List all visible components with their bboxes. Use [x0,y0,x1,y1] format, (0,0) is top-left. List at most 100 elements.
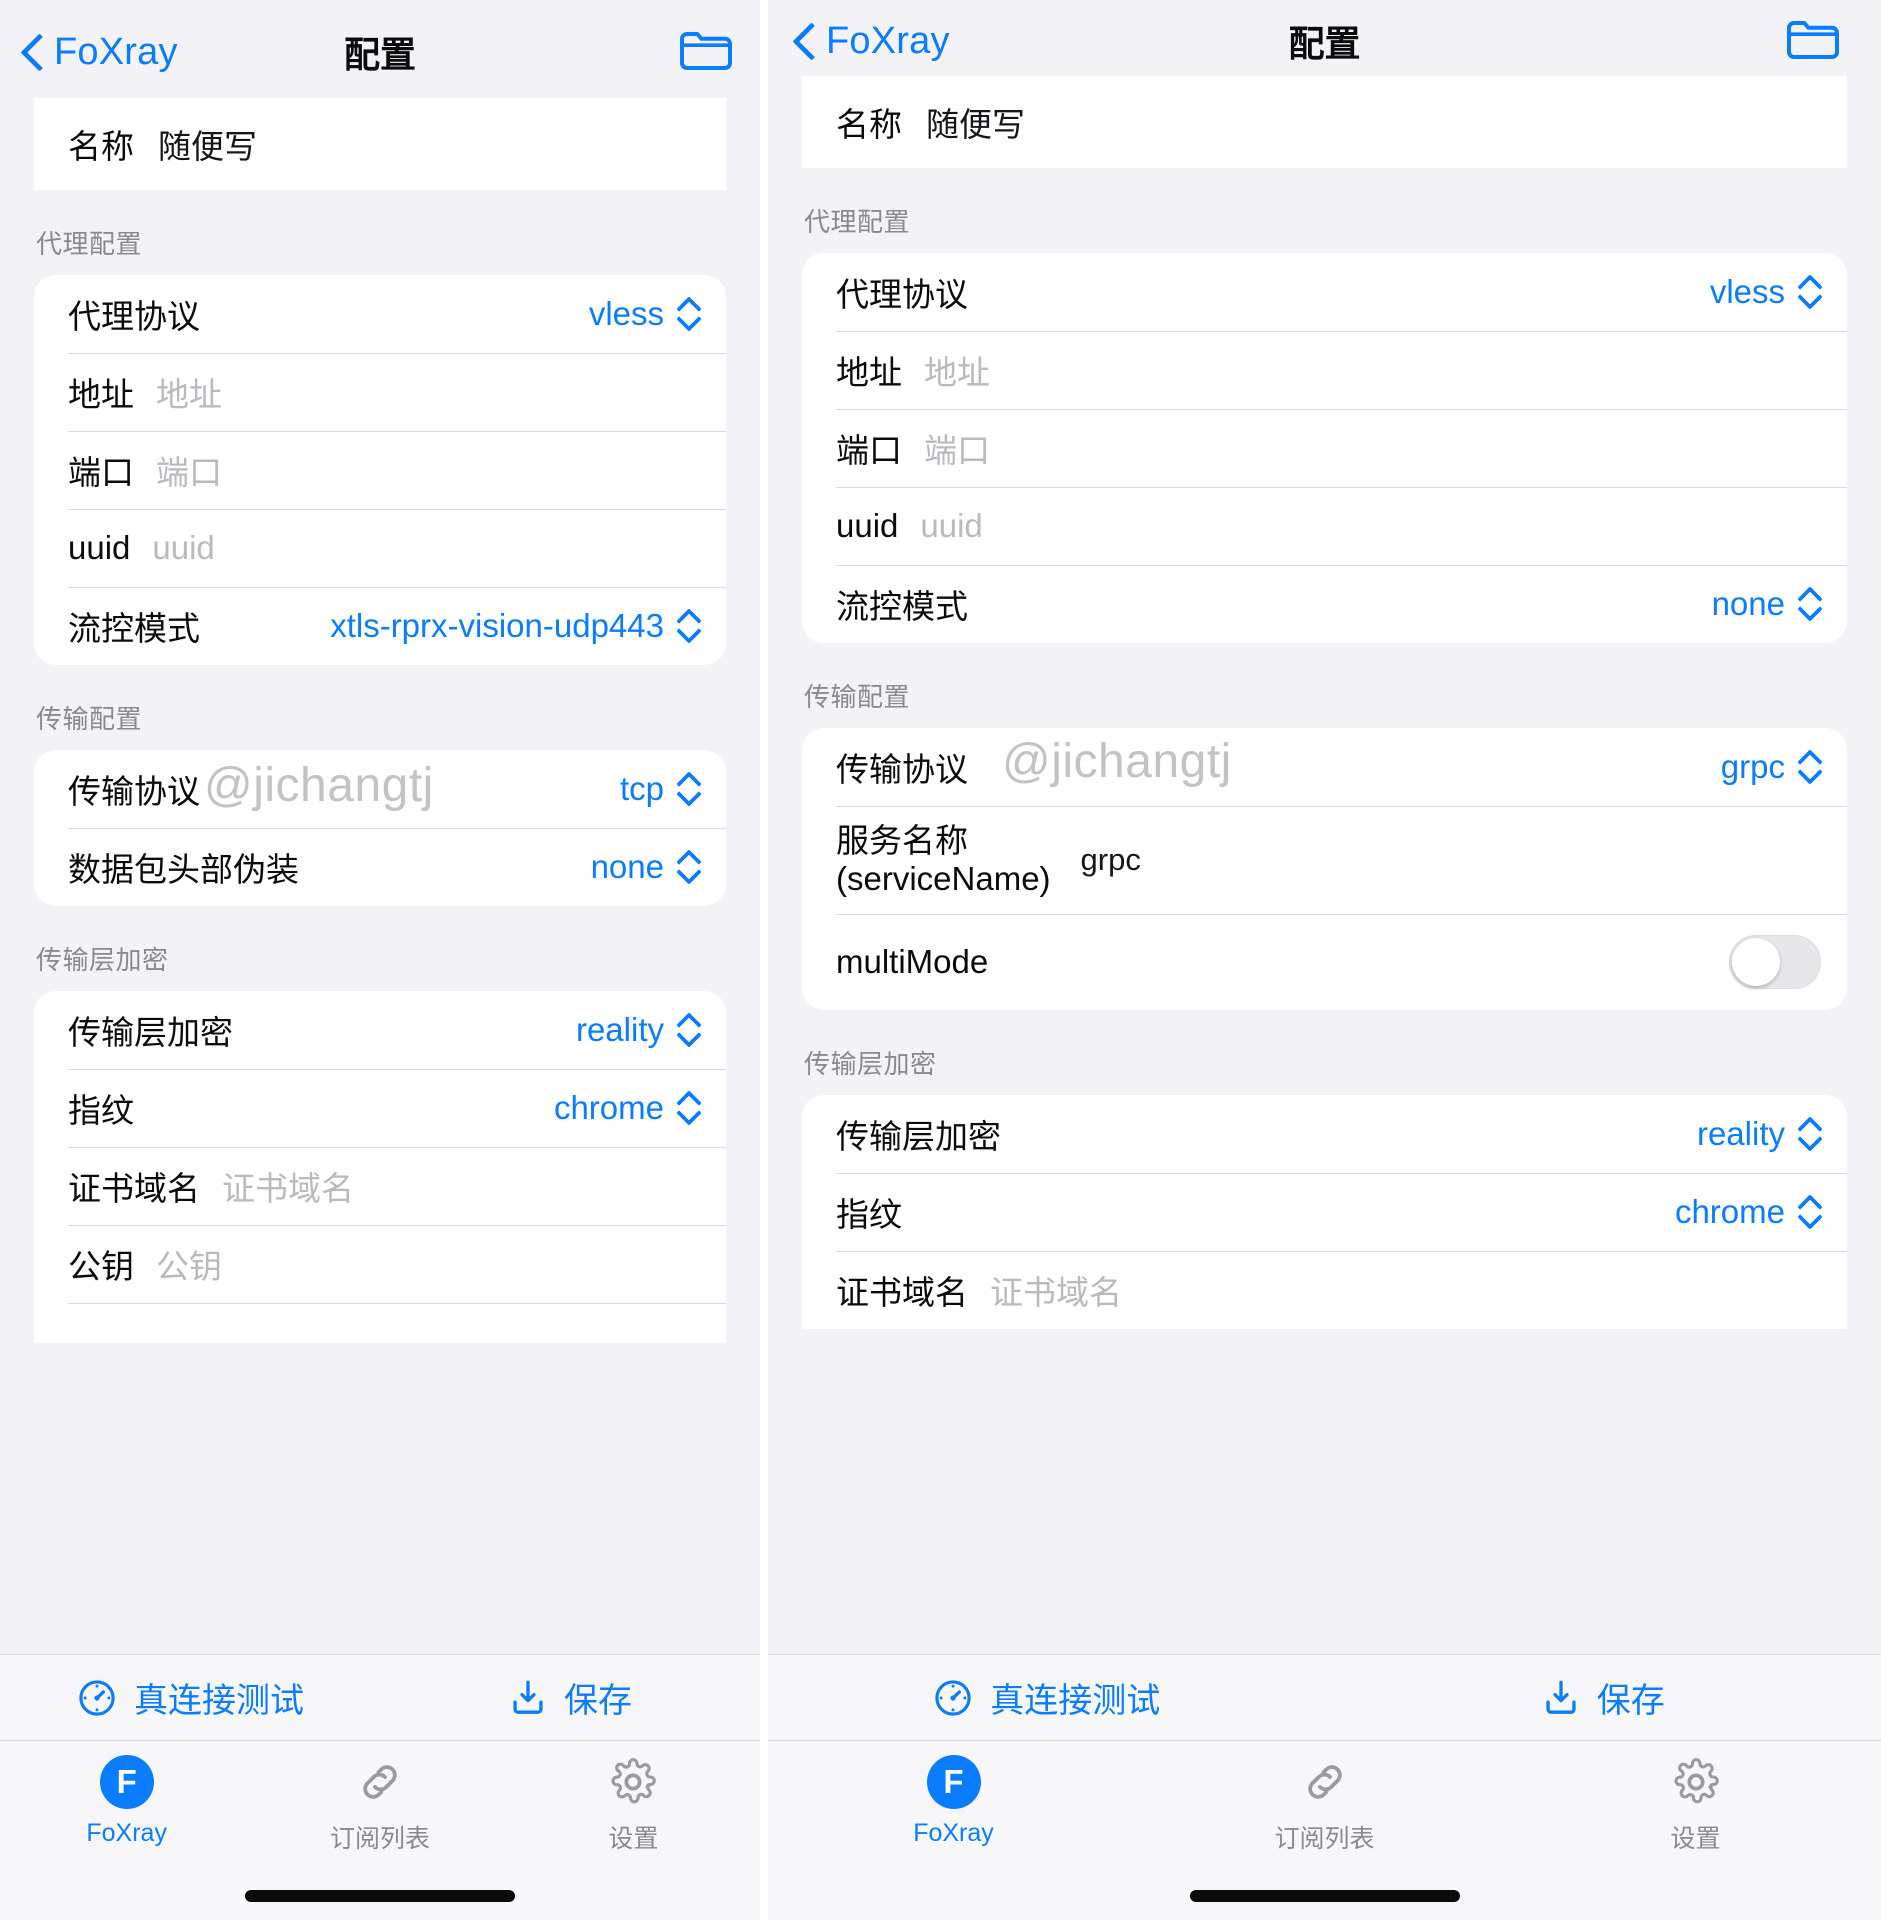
group-header-transport: 传输配置 [804,682,911,712]
row-value: xtls-rprx-vision-udp443 [330,607,664,644]
tab-label: FoXray [86,1819,167,1847]
group-header-tls: 传输层加密 [804,1049,937,1079]
row-service-name[interactable]: 服务名称 (serviceName) grpc [802,806,1847,914]
chevron-updown-icon [678,847,700,887]
row-multimode[interactable]: multiMode [802,914,1847,1010]
settings-scroll-right[interactable]: 名称 随便写 代理配置 代理协议 vless 地址 地址 端口 端口 uuid … [768,76,1881,1329]
tab-label: FoXray [913,1819,994,1847]
row-cert-domain[interactable]: 证书域名 证书域名 [34,1147,726,1225]
row-flow-mode[interactable]: 流控模式 none [802,565,1847,643]
tab-subscriptions[interactable]: 订阅列表 [253,1755,506,1855]
folder-button[interactable] [678,26,734,79]
uuid-input-placeholder[interactable]: uuid [920,507,982,545]
port-input-placeholder[interactable]: 端口 [156,446,222,494]
cert-domain-input-placeholder[interactable]: 证书域名 [990,1266,1122,1314]
chevron-updown-icon [678,606,700,646]
name-value[interactable]: 随便写 [158,120,257,168]
save-label: 保存 [564,1682,632,1720]
tab-subscriptions[interactable]: 订阅列表 [1139,1755,1510,1855]
tab-foxray[interactable]: F FoXray [0,1755,253,1848]
folder-button[interactable] [1785,15,1841,68]
row-header-obfuscation[interactable]: 数据包头部伪装 none [34,828,726,906]
row-name[interactable]: 名称 随便写 [802,76,1847,168]
row-label: 公钥 [68,1248,134,1285]
row-cert-domain[interactable]: 证书域名 证书域名 [802,1251,1847,1329]
settings-scroll-left[interactable]: 名称 随便写 代理配置 代理协议 vless 地址 地址 端口 端口 uuid … [0,98,760,1343]
public-key-input-placeholder[interactable]: 公钥 [156,1240,222,1288]
chevron-updown-icon [1799,584,1821,624]
port-input-placeholder[interactable]: 端口 [924,424,990,472]
link-icon [355,1755,405,1809]
row-value: reality [575,1011,664,1048]
group-header-proxy: 代理配置 [36,229,143,259]
chevron-updown-icon [1799,1192,1821,1232]
row-label: 名称 [836,106,902,143]
panel-divider [760,0,768,1920]
row-proxy-protocol[interactable]: 代理协议 vless [802,253,1847,331]
navigation-bar: FoXray 配置 [0,0,760,104]
row-address[interactable]: 地址 地址 [802,331,1847,409]
chevron-updown-icon [1799,1114,1821,1154]
row-address[interactable]: 地址 地址 [34,353,726,431]
connection-test-button[interactable]: 真连接测试 [0,1673,380,1722]
tab-bar: F FoXray 订阅列表 设置 [768,1740,1881,1920]
folder-icon [678,26,734,79]
tab-label: 设置 [1670,1825,1721,1853]
chevron-updown-icon [678,294,700,334]
tab-label: 订阅列表 [329,1825,430,1853]
speedometer-icon [76,1677,118,1719]
row-tls-security[interactable]: 传输层加密 reality [34,991,726,1069]
row-label: 指纹 [836,1196,902,1233]
row-flow-mode[interactable]: 流控模式 xtls-rprx-vision-udp443 [34,587,726,665]
card-tls-right: 传输层加密 reality 指纹 chrome 证书域名 证书域名 [802,1095,1847,1329]
home-indicator [245,1890,515,1902]
tab-settings[interactable]: 设置 [507,1755,760,1855]
cert-domain-input-placeholder[interactable]: 证书域名 [222,1162,354,1210]
row-label: 证书域名 [836,1274,968,1311]
multimode-toggle[interactable] [1729,935,1821,989]
row-label: 数据包头部伪装 [68,851,299,888]
tab-label: 设置 [608,1825,659,1853]
address-input-placeholder[interactable]: 地址 [924,346,990,394]
folder-icon [1785,15,1841,68]
row-value: tcp [619,770,664,807]
chevron-left-icon [22,33,44,71]
row-fingerprint[interactable]: 指纹 chrome [802,1173,1847,1251]
group-header-transport: 传输配置 [36,704,143,734]
gear-icon [608,1755,658,1809]
row-public-key[interactable]: 公钥 公钥 [34,1225,726,1303]
save-button[interactable]: 保存 [1325,1673,1881,1722]
row-port[interactable]: 端口 端口 [802,409,1847,487]
row-value: none [1711,585,1785,622]
row-label: 证书域名 [68,1170,200,1207]
tab-settings[interactable]: 设置 [1510,1755,1881,1855]
row-uuid[interactable]: uuid uuid [34,509,726,587]
card-transport-right: @jichangtj 传输协议 grpc 服务名称 (serviceName) … [802,728,1847,1010]
tab-label: 订阅列表 [1274,1825,1375,1853]
row-fingerprint[interactable]: 指纹 chrome [34,1069,726,1147]
row-port[interactable]: 端口 端口 [34,431,726,509]
row-transport-protocol[interactable]: 传输协议 tcp [34,750,726,828]
tab-foxray[interactable]: F FoXray [768,1755,1139,1848]
save-button[interactable]: 保存 [380,1673,760,1722]
name-value[interactable]: 随便写 [926,98,1025,146]
row-proxy-protocol[interactable]: 代理协议 vless [34,275,726,353]
chevron-updown-icon [1799,272,1821,312]
screenshot-left: FoXray 配置 名称 随便写 代理配置 代理协议 vless 地址 地址 端… [0,0,760,1920]
back-button[interactable]: FoXray [22,31,178,74]
uuid-input-placeholder[interactable]: uuid [152,529,214,567]
foxray-logo-icon: F [926,1755,981,1809]
address-input-placeholder[interactable]: 地址 [156,368,222,416]
back-button-label: FoXray [826,19,950,62]
row-label: 代理协议 [836,276,968,313]
row-name[interactable]: 名称 随便写 [34,98,726,190]
service-name-value[interactable]: grpc [1081,842,1141,878]
back-button[interactable]: FoXray [794,20,950,63]
chevron-updown-icon [678,769,700,809]
row-tls-security[interactable]: 传输层加密 reality [802,1095,1847,1173]
row-transport-protocol[interactable]: 传输协议 grpc [802,728,1847,806]
connection-test-button[interactable]: 真连接测试 [768,1673,1325,1722]
row-uuid[interactable]: uuid uuid [802,487,1847,565]
action-bar: 真连接测试 保存 [0,1654,760,1740]
row-label: 名称 [68,128,134,165]
